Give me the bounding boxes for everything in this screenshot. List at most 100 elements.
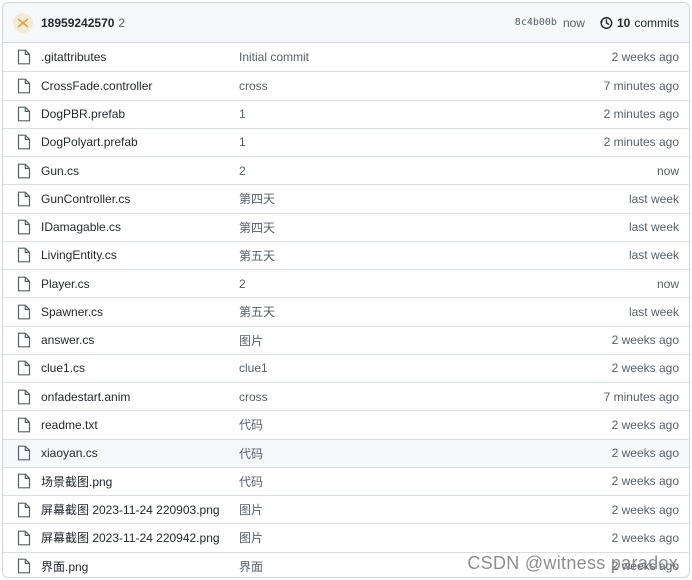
file-commit-age: 2 weeks ago (611, 559, 679, 574)
file-row[interactable]: LivingEntity.cs 第五天 last week (3, 240, 689, 269)
file-commit-message[interactable]: 第四天 (239, 190, 629, 207)
file-name-link[interactable]: onfadestart.anim (41, 390, 239, 404)
file-commit-message[interactable]: 代码 (239, 416, 612, 433)
commit-author[interactable]: 18959242570 (41, 16, 114, 30)
file-commit-age: 2 weeks ago (611, 361, 679, 376)
file-name-link[interactable]: answer.cs (41, 333, 239, 347)
file-icon (17, 360, 31, 376)
file-commit-message[interactable]: cross (239, 390, 604, 404)
file-row[interactable]: answer.cs 图片 2 weeks ago (3, 325, 689, 354)
file-row[interactable]: DogPolyart.prefab 1 2 minutes ago (3, 127, 689, 156)
file-row[interactable]: DogPBR.prefab 1 2 minutes ago (3, 99, 689, 128)
file-name-link[interactable]: Spawner.cs (41, 305, 239, 319)
file-row[interactable]: Gun.cs 2 now (3, 156, 689, 184)
commit-time: now (562, 15, 585, 30)
file-row[interactable]: 屏幕截图 2023-11-24 220942.png 图片 2 weeks ago (3, 523, 689, 551)
file-name-link[interactable]: DogPolyart.prefab (41, 135, 239, 149)
file-row[interactable]: CrossFade.controller cross 7 minutes ago (3, 71, 689, 99)
file-icon (17, 304, 31, 320)
file-commit-message[interactable]: 第五天 (239, 303, 629, 320)
file-commit-message[interactable]: 1 (239, 107, 604, 121)
file-icon (17, 558, 31, 574)
file-name-link[interactable]: 屏幕截图 2023-11-24 220942.png (41, 529, 239, 546)
file-icon (17, 417, 31, 433)
file-row[interactable]: 场景截图.png 代码 2 weeks ago (3, 466, 689, 495)
file-icon (17, 473, 31, 489)
file-commit-message[interactable]: 图片 (239, 332, 612, 349)
file-icon (17, 219, 31, 235)
file-commit-age: last week (628, 191, 679, 206)
file-commit-message[interactable]: 界面 (239, 558, 612, 575)
file-commit-message[interactable]: Initial commit (239, 50, 612, 64)
file-commit-message[interactable]: 代码 (239, 445, 612, 462)
history-icon (599, 16, 613, 29)
file-commit-message[interactable]: cross (239, 79, 604, 93)
file-commit-message[interactable]: 代码 (239, 473, 612, 490)
file-commit-message[interactable]: 2 (239, 277, 657, 291)
file-row[interactable]: 屏幕截图 2023-11-24 220903.png 图片 2 weeks ago (3, 495, 689, 523)
file-icon (17, 276, 31, 292)
file-commit-message[interactable]: 第五天 (239, 247, 629, 264)
file-icon (17, 530, 31, 546)
commits-link[interactable]: 10 commits (599, 16, 679, 30)
file-name-link[interactable]: Player.cs (41, 277, 239, 291)
file-icon (17, 389, 31, 405)
file-name-link[interactable]: IDamagable.cs (41, 220, 239, 234)
file-icon (17, 247, 31, 263)
file-row[interactable]: Player.cs 2 now (3, 269, 689, 297)
file-row[interactable]: .gitattributes Initial commit 2 weeks ago (3, 43, 689, 71)
latest-commit-bar: 18959242570 2 8c4b00b now 10 commits (3, 3, 689, 43)
file-name-link[interactable]: 场景截图.png (41, 473, 239, 490)
file-icon (17, 106, 31, 122)
file-name-link[interactable]: 屏幕截图 2023-11-24 220903.png (41, 501, 239, 518)
file-commit-age: 2 weeks ago (611, 530, 679, 545)
file-row[interactable]: readme.txt 代码 2 weeks ago (3, 410, 689, 438)
file-row[interactable]: onfadestart.anim cross 7 minutes ago (3, 382, 689, 410)
file-icon (17, 78, 31, 94)
commit-sha[interactable]: 8c4b00b (515, 17, 557, 28)
file-row[interactable]: 界面.png 界面 2 weeks ago (3, 551, 689, 578)
file-commit-age: 2 minutes ago (603, 107, 679, 122)
file-commit-message[interactable]: 2 (239, 164, 657, 178)
file-browser: 18959242570 2 8c4b00b now 10 commits .gi… (2, 2, 690, 578)
file-commit-age: 2 weeks ago (611, 333, 679, 348)
file-commit-age: 2 weeks ago (611, 474, 679, 489)
file-name-link[interactable]: xiaoyan.cs (41, 446, 239, 460)
file-name-link[interactable]: .gitattributes (41, 50, 239, 64)
file-commit-age: last week (628, 220, 679, 235)
file-commit-age: 2 weeks ago (611, 417, 679, 432)
file-commit-message[interactable]: 第四天 (239, 219, 629, 236)
file-commit-age: now (656, 276, 679, 291)
file-name-link[interactable]: Gun.cs (41, 164, 239, 178)
file-row[interactable]: xiaoyan.cs 代码 2 weeks ago (3, 438, 689, 467)
file-commit-age: 2 minutes ago (603, 135, 679, 150)
file-icon (17, 332, 31, 348)
avatar[interactable] (13, 12, 33, 33)
file-commit-message[interactable]: 图片 (239, 501, 612, 518)
file-name-link[interactable]: 界面.png (41, 558, 239, 575)
file-name-link[interactable]: DogPBR.prefab (41, 107, 239, 121)
file-commit-message[interactable]: 1 (239, 135, 604, 149)
file-commit-message[interactable]: 图片 (239, 529, 612, 546)
file-row[interactable]: clue1.cs clue1 2 weeks ago (3, 353, 689, 382)
file-commit-age: 2 weeks ago (611, 446, 679, 461)
file-name-link[interactable]: clue1.cs (41, 361, 239, 375)
file-commit-age: 7 minutes ago (603, 389, 679, 404)
file-commit-age: 7 minutes ago (603, 78, 679, 93)
file-name-link[interactable]: CrossFade.controller (41, 79, 239, 93)
file-row[interactable]: Spawner.cs 第五天 last week (3, 297, 689, 325)
file-name-link[interactable]: GunController.cs (41, 192, 239, 206)
file-name-link[interactable]: readme.txt (41, 418, 239, 432)
avatar-icon (17, 17, 29, 28)
file-commit-message[interactable]: clue1 (239, 361, 612, 375)
file-row[interactable]: IDamagable.cs 第四天 last week (3, 212, 689, 241)
commit-message[interactable]: 2 (118, 16, 125, 30)
file-commit-age: 2 weeks ago (611, 50, 679, 65)
file-name-link[interactable]: LivingEntity.cs (41, 248, 239, 262)
file-commit-age: last week (628, 304, 679, 319)
file-icon (17, 191, 31, 207)
file-row[interactable]: GunController.cs 第四天 last week (3, 184, 689, 212)
file-commit-age: now (656, 163, 679, 178)
file-icon (17, 502, 31, 518)
file-icon (17, 163, 31, 179)
